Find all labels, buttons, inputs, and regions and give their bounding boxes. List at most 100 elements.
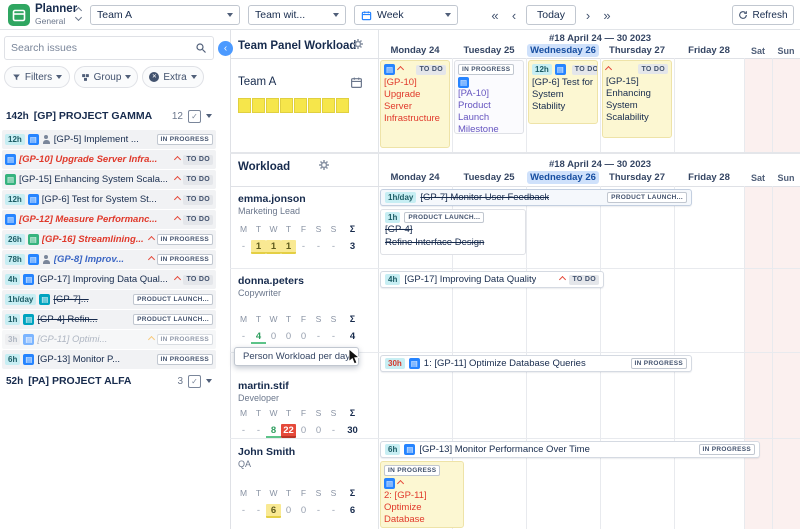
status-badge: TO DO bbox=[183, 174, 213, 185]
chevron-down-icon bbox=[206, 114, 212, 118]
day-header-tuesday: Tuesday 25 bbox=[463, 172, 515, 183]
project-header-alfa[interactable]: 52h [PA] PROJECT ALFA 3 ✓ bbox=[2, 371, 216, 391]
task-card-title: [GP-6] Test for System Stability bbox=[532, 77, 594, 112]
extra-button[interactable]: ✕ Extra bbox=[142, 66, 204, 88]
task-bar-gp4[interactable]: 1h PRODUCT LAUNCH... [GP-4] Refine Inter… bbox=[380, 209, 526, 255]
person-role: QA bbox=[238, 459, 252, 469]
day-header-tuesday: Tuesday 25 bbox=[463, 45, 515, 56]
estimate-badge: 1h bbox=[5, 314, 21, 325]
chevron-down-icon bbox=[227, 13, 233, 17]
workload-settings-gear-icon[interactable] bbox=[318, 159, 330, 174]
status-badge: TO DO bbox=[183, 274, 213, 285]
priority-high-icon bbox=[174, 195, 182, 204]
status-badge: PRODUCT LAUNCH... bbox=[607, 192, 687, 203]
priority-high-icon bbox=[604, 65, 613, 73]
calendar-type-icon: ▤ bbox=[39, 294, 51, 305]
task-card-title: [GP-15] Enhancing System Scalability bbox=[606, 76, 651, 123]
nav-first-button[interactable]: « bbox=[486, 5, 504, 25]
extra-icon: ✕ bbox=[149, 72, 160, 82]
issue-row-gp15[interactable]: ▤ [GP-15] Enhancing System Scala... TO D… bbox=[2, 170, 216, 189]
today-button[interactable]: Today bbox=[526, 5, 576, 25]
scope-select[interactable]: Team wit... bbox=[248, 5, 346, 25]
nav-next-button[interactable]: › bbox=[580, 5, 596, 25]
person-name[interactable]: John Smith bbox=[238, 446, 295, 458]
nav-prev-button[interactable]: ‹ bbox=[506, 5, 522, 25]
task-card-title: [PA-10] Product Launch Milestone bbox=[458, 88, 499, 134]
team-panel-edit-icon[interactable] bbox=[350, 76, 363, 92]
task-card-gp6[interactable]: 12h ▤ TO DO [GP-6] Test for System Stabi… bbox=[528, 60, 598, 124]
task-bar-gp11-first[interactable]: 30h ▤ 1: [GP-11] Optimize Database Queri… bbox=[380, 355, 692, 372]
day-header-thursday: Thursday 27 bbox=[609, 45, 665, 56]
search-icon[interactable] bbox=[195, 42, 207, 54]
select-all-checkbox[interactable]: ✓ bbox=[188, 374, 201, 388]
status-badge: TO DO bbox=[416, 64, 446, 75]
task-card-gp15[interactable]: TO DO [GP-15] Enhancing System Scalabili… bbox=[602, 60, 672, 138]
task-card-gp11-second[interactable]: IN PROGRESS ▤ 2: [GP-11] Optimize Databa… bbox=[380, 461, 464, 528]
issue-row-gp7[interactable]: 1h/day ▤ [GP-7]... PRODUCT LAUNCH... bbox=[2, 290, 216, 309]
priority-high-icon bbox=[559, 275, 567, 284]
app-logo-icon[interactable] bbox=[8, 4, 30, 26]
task-card-gp10[interactable]: ▤ TO DO [GP-10] Upgrade Server Infrastru… bbox=[380, 60, 450, 148]
status-badge: IN PROGRESS bbox=[156, 234, 213, 245]
select-all-checkbox[interactable]: ✓ bbox=[188, 109, 201, 123]
task-bar-gp17[interactable]: 4h [GP-17] Improving Data Quality TO DO bbox=[380, 271, 604, 288]
app-name: Planner bbox=[35, 3, 78, 15]
issue-row-gp16[interactable]: 26h ▤ [GP-16] Streamlining... IN PROGRES… bbox=[2, 230, 216, 249]
person-name[interactable]: donna.peters bbox=[238, 275, 304, 287]
status-badge: IN PROGRESS bbox=[156, 254, 213, 265]
task-type-icon: ▤ bbox=[5, 214, 16, 225]
task-bar-gp13[interactable]: 6h ▤ [GP-13] Monitor Performance Over Ti… bbox=[380, 441, 760, 458]
issue-row-gp11[interactable]: 3h ▤ [GP-11] Optimi... IN PROGRESS bbox=[2, 330, 216, 349]
assignee-icon bbox=[42, 255, 51, 264]
priority-high-icon bbox=[174, 275, 182, 284]
group-button[interactable]: Group bbox=[74, 66, 138, 88]
issue-row-gp10[interactable]: ▤ [GP-10] Upgrade Server Infra... TO DO bbox=[2, 150, 216, 169]
chevron-down-icon bbox=[333, 13, 339, 17]
issue-row-gp4[interactable]: 1h ▤ [GP-4] Refin... PRODUCT LAUNCH... bbox=[2, 310, 216, 329]
app-switcher-icon[interactable] bbox=[74, 6, 83, 22]
team-select[interactable]: Team A bbox=[90, 5, 240, 25]
refresh-button[interactable]: Refresh bbox=[732, 5, 794, 25]
nav-last-button[interactable]: » bbox=[598, 5, 616, 25]
task-type-icon: ▤ bbox=[404, 444, 416, 455]
team-select-value: Team A bbox=[97, 9, 133, 21]
person-name[interactable]: martin.stif bbox=[238, 380, 289, 392]
week-range-label: #18 April 24 — 30 2023 bbox=[548, 33, 652, 44]
person-name[interactable]: emma.jonson bbox=[238, 193, 306, 205]
issue-row-gp12[interactable]: ▤ [GP-12] Measure Performanc... TO DO bbox=[2, 210, 216, 229]
task-type-icon: ▤ bbox=[27, 194, 39, 205]
day-header-thursday: Thursday 27 bbox=[609, 172, 665, 183]
team-capacity-strip bbox=[238, 98, 349, 113]
header-divider bbox=[230, 58, 800, 59]
status-badge: TO DO bbox=[183, 154, 213, 165]
project-hours: 52h bbox=[6, 375, 24, 387]
task-card-pa10[interactable]: IN PROGRESS ▤ [PA-10] Product Launch Mil… bbox=[454, 60, 524, 134]
chevron-down-icon bbox=[206, 379, 212, 383]
project-label: [GP] PROJECT GAMMA bbox=[33, 110, 153, 122]
task-type-icon: ▤ bbox=[27, 134, 39, 145]
sidebar-collapse-button[interactable]: ‹ bbox=[218, 41, 233, 56]
team-row-label: Team A bbox=[238, 76, 277, 88]
issue-row-gp8[interactable]: 78h ▤ [GP-8] Improv... IN PROGRESS bbox=[2, 250, 216, 269]
issue-row-gp13[interactable]: 6h ▤ [GP-13] Monitor P... IN PROGRESS bbox=[2, 350, 216, 369]
issue-summary: [GP-16] Streamlining... bbox=[41, 234, 144, 245]
search-input[interactable] bbox=[11, 42, 191, 54]
task-type-icon: ▤ bbox=[23, 354, 35, 365]
issue-summary: [GP-8] Improv... bbox=[53, 254, 125, 265]
person-workload-values: --600--6 bbox=[241, 504, 356, 518]
team-panel-settings-gear-icon[interactable] bbox=[352, 38, 364, 53]
issue-row-gp17[interactable]: 4h ▤ [GP-17] Improving Data Qual... TO D… bbox=[2, 270, 216, 289]
task-type-icon: ▤ bbox=[408, 358, 420, 369]
period-select-value: Week bbox=[377, 9, 404, 21]
topbar: Planner General Team A Team wit... Week … bbox=[0, 0, 800, 30]
task-type-icon: ▤ bbox=[5, 154, 16, 165]
issue-row-gp6[interactable]: 12h ▤ [GP-6] Test for System St... TO DO bbox=[2, 190, 216, 209]
issue-row-gp5[interactable]: 12h ▤ [GP-5] Implement ... IN PROGRESS bbox=[2, 130, 216, 149]
project-header-gamma[interactable]: 142h [GP] PROJECT GAMMA 12 ✓ bbox=[2, 106, 216, 126]
story-type-icon: ▤ bbox=[5, 174, 16, 185]
task-bar-gp7[interactable]: 1h/day [GP-7] Monitor User Feedback PROD… bbox=[380, 189, 692, 206]
task-type-icon: ▤ bbox=[554, 64, 566, 75]
period-select[interactable]: Week bbox=[354, 5, 458, 25]
estimate-badge: 4h bbox=[385, 274, 401, 285]
filters-button[interactable]: Filters bbox=[4, 66, 70, 88]
